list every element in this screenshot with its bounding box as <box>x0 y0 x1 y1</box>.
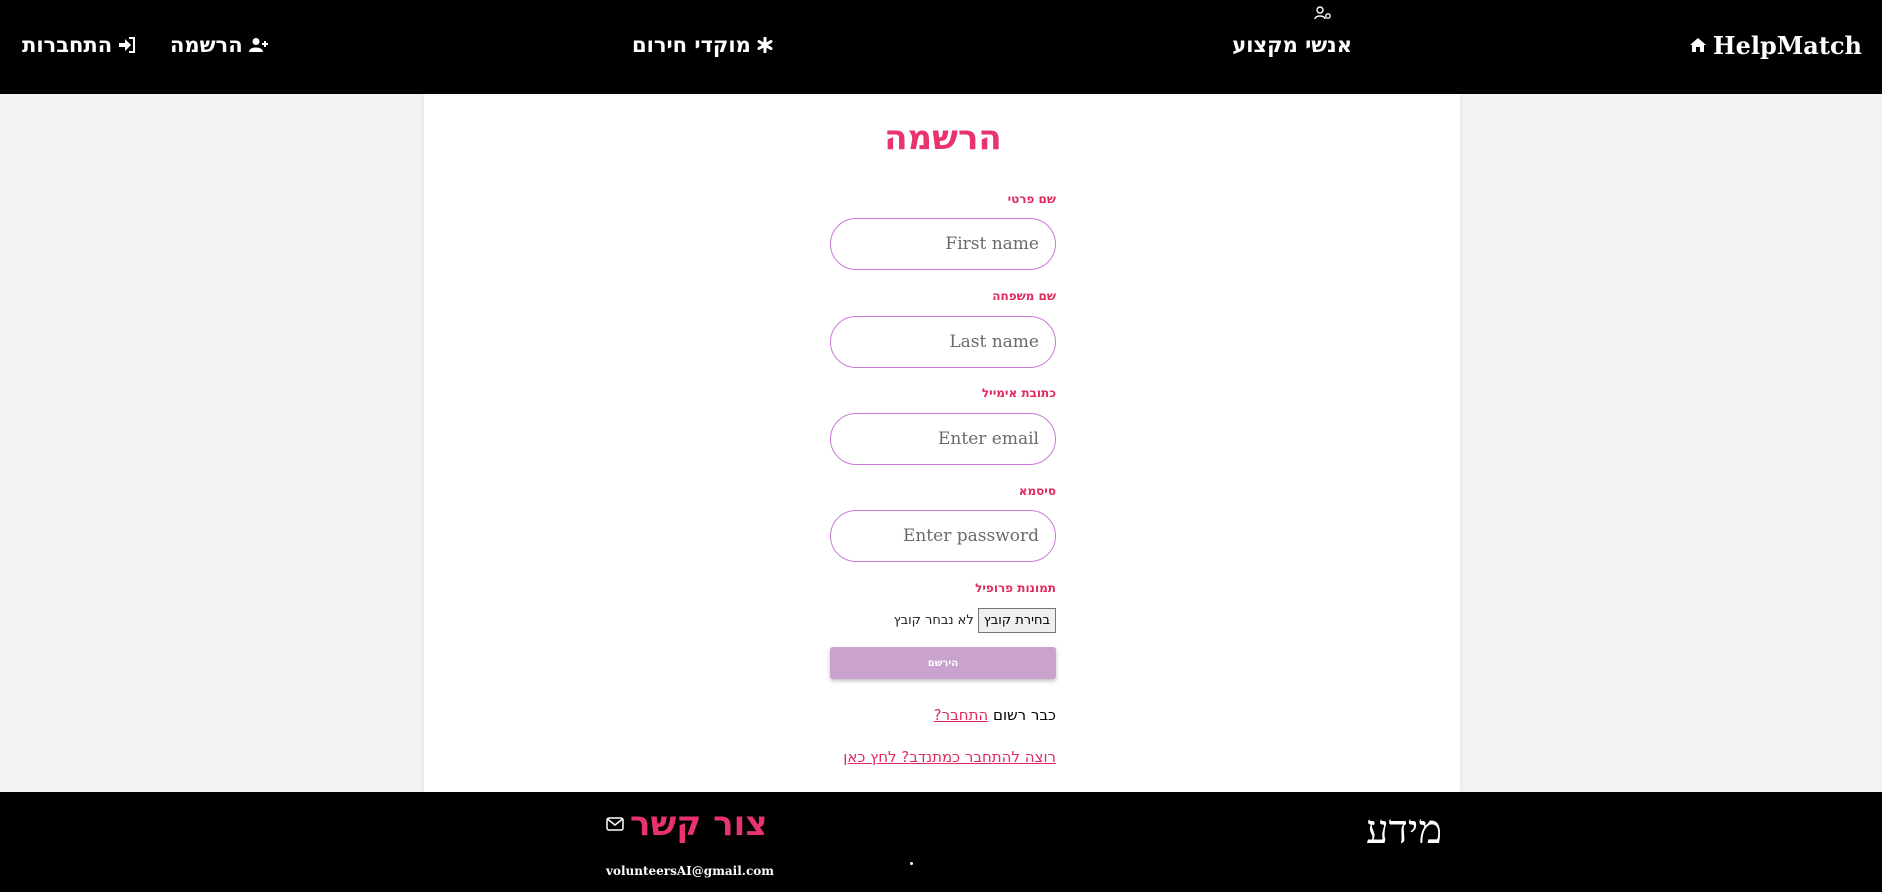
nav-login[interactable]: התחברות <box>22 30 136 60</box>
file-picker: בחירת קובץ לא נבחר קובץ <box>894 608 1056 633</box>
email-label: כתובת אימייל <box>981 386 1056 400</box>
page-title: הרשמה <box>884 118 1002 158</box>
nav-register-label: הרשמה <box>170 33 243 57</box>
choose-file-button[interactable]: בחירת קובץ <box>977 608 1056 633</box>
nav-professionals-label: אנשי מקצוע <box>1232 33 1352 57</box>
first-name-label: שם פרטי <box>1007 192 1056 206</box>
last-name-label: שם משפחה <box>992 289 1056 303</box>
nav-brand[interactable]: HelpMatch <box>1689 30 1862 60</box>
footer-info-title: מידע <box>1366 807 1443 853</box>
envelope-icon <box>606 817 624 831</box>
login-link[interactable]: התחבר? <box>934 706 989 724</box>
nav-login-label: התחברות <box>22 33 113 57</box>
nav-emergency[interactable]: מוקדי חירום <box>632 30 773 60</box>
email-input[interactable] <box>830 413 1056 465</box>
first-name-input[interactable] <box>830 218 1056 270</box>
already-registered-text: כבר רשום <box>993 706 1056 724</box>
user-plus-icon <box>248 37 269 53</box>
footer: מידע צור קשר volunteersAI@gmail.com <box>0 792 1882 892</box>
last-name-input[interactable] <box>830 316 1056 368</box>
footer-email: volunteersAI@gmail.com <box>606 864 774 878</box>
footer-contact-title: צור קשר <box>606 804 767 844</box>
asterisk-icon <box>757 37 773 53</box>
register-submit-button[interactable]: הירשם <box>830 647 1056 679</box>
brand-label: HelpMatch <box>1712 30 1862 60</box>
sign-in-icon <box>118 37 136 53</box>
registration-card: הרשמה שם פרטי שם משפחה כתובת אימייל סיסמ… <box>424 94 1460 792</box>
volunteer-login-link[interactable]: רוצה להתחבר כמתנדב? לחץ כאן <box>843 748 1056 766</box>
home-icon <box>1689 37 1707 53</box>
navbar: HelpMatch אנשי מקצוע מוקדי חירום הרשמה ה… <box>0 0 1882 94</box>
password-label: סיסמא <box>1018 484 1056 498</box>
password-input[interactable] <box>830 510 1056 562</box>
nav-emergency-label: מוקדי חירום <box>632 33 751 57</box>
contact-title-label: צור קשר <box>630 804 768 844</box>
user-gear-icon <box>1314 5 1332 21</box>
profile-picture-label: תמונות פרופיל <box>975 581 1056 595</box>
already-registered-row: כבר רשום התחבר? <box>934 706 1056 724</box>
file-status: לא נבחר קובץ <box>893 613 974 628</box>
nav-register[interactable]: הרשמה <box>170 30 269 60</box>
footer-bullet <box>910 862 913 865</box>
nav-professionals[interactable]: אנשי מקצוע <box>1232 30 1352 60</box>
